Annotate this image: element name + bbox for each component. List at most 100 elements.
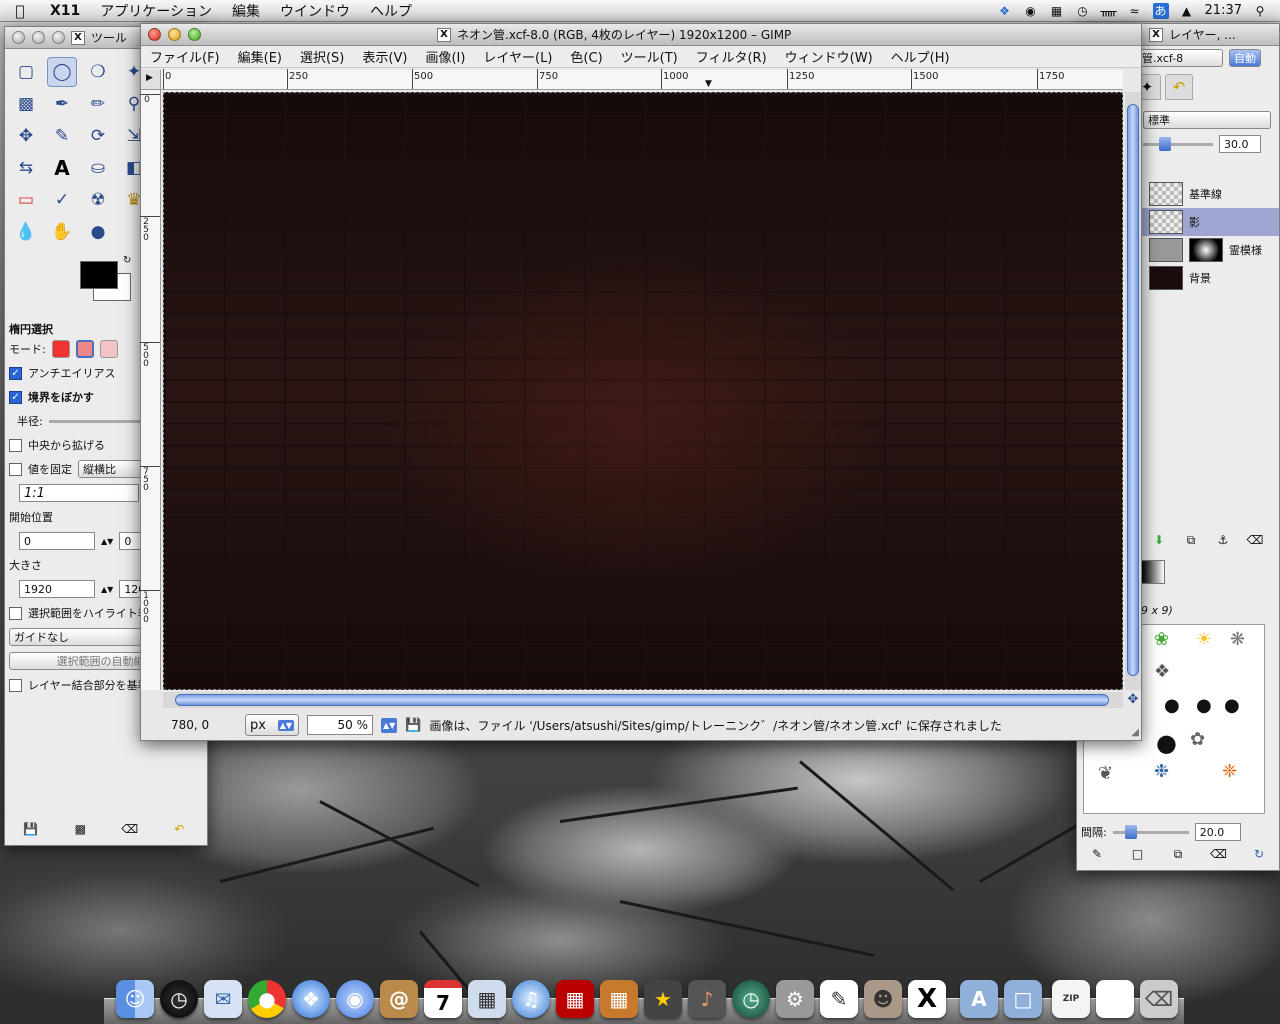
spaces-icon[interactable]: ▦: [1049, 3, 1065, 19]
large-round-brush-icon[interactable]: ●: [1156, 729, 1177, 757]
smudge-tool-icon[interactable]: ✋: [47, 217, 77, 247]
time-machine-dock-icon[interactable]: ◷: [732, 980, 770, 1018]
textedit-icon[interactable]: ✎: [820, 980, 858, 1018]
antialias-checkbox[interactable]: ✓: [9, 366, 22, 380]
move-tool-icon[interactable]: ✥: [11, 121, 41, 151]
text-tool-icon[interactable]: A: [47, 153, 77, 183]
swap-colors-icon[interactable]: ↻: [123, 255, 131, 266]
quick-mask-icon[interactable]: ▶: [141, 73, 153, 83]
bluetooth-icon[interactable]: ᚅ: [1100, 3, 1116, 19]
eraser-tool-icon[interactable]: ▭: [11, 185, 41, 215]
pepper-brush-icon[interactable]: ❀: [1154, 629, 1169, 650]
zoom-button[interactable]: [188, 28, 201, 41]
round-brush-icon[interactable]: ●: [1224, 695, 1240, 716]
fixed-checkbox[interactable]: [9, 462, 22, 476]
airbrush-tool-icon[interactable]: ✓: [47, 185, 77, 215]
blur-tool-icon[interactable]: 💧: [11, 217, 41, 247]
menu-item-window[interactable]: ウインドウ: [270, 1, 360, 21]
opacity-slider[interactable]: [1143, 136, 1213, 151]
spacing-input[interactable]: 20.0: [1194, 823, 1241, 841]
dragon-brush-icon[interactable]: ❈: [1222, 761, 1237, 782]
ink-tool-icon[interactable]: ☢: [83, 185, 113, 215]
input-method-icon[interactable]: あ: [1152, 2, 1169, 19]
front-row-icon[interactable]: ▦: [556, 980, 594, 1018]
navigate-icon[interactable]: ✥: [1125, 692, 1141, 708]
close-button[interactable]: [12, 31, 25, 44]
horizontal-scrollbar[interactable]: [163, 692, 1123, 708]
disk-icon[interactable]: ◉: [1023, 3, 1039, 19]
foreground-color-swatch[interactable]: [80, 261, 118, 289]
zoom-input[interactable]: 50 %: [307, 715, 373, 735]
feather-brush-icon[interactable]: ❦: [1098, 763, 1113, 784]
menu-item-applications[interactable]: アプリケーション: [90, 1, 222, 21]
star-brush-icon[interactable]: ✿: [1190, 729, 1205, 750]
mode-replace-button[interactable]: [51, 340, 70, 358]
rect-select-tool-icon[interactable]: ▢: [11, 57, 41, 87]
duplicate-layer-icon[interactable]: ⧉: [1183, 532, 1199, 548]
position-y-input[interactable]: 0: [119, 532, 142, 550]
menu-windows[interactable]: ウィンドウ(W): [776, 47, 882, 66]
layer-mode-select[interactable]: 標準: [1143, 111, 1271, 129]
dodge-burn-tool-icon[interactable]: ●: [83, 217, 113, 247]
spotlight-search-icon[interactable]: ⚲: [1252, 3, 1268, 19]
close-button[interactable]: [148, 28, 161, 41]
garageband-icon[interactable]: ♪: [688, 980, 726, 1018]
blank-document-icon[interactable]: [1096, 980, 1134, 1018]
vertical-scroll-thumb[interactable]: [1127, 104, 1139, 676]
menu-item-edit[interactable]: 編集: [222, 1, 270, 21]
zoom-button[interactable]: [52, 31, 65, 44]
anchor-layer-icon[interactable]: ⚓: [1215, 532, 1231, 548]
menu-file[interactable]: ファイル(F): [141, 47, 229, 66]
mode-add-button[interactable]: [75, 340, 94, 358]
size-width-input[interactable]: 1920: [19, 580, 95, 598]
minimize-button[interactable]: [32, 31, 45, 44]
vertical-ruler[interactable]: 0 250 500 750 1000: [140, 90, 161, 690]
flip-tool-icon[interactable]: ⇆: [11, 153, 41, 183]
sun-brush-icon[interactable]: ☀: [1196, 629, 1212, 650]
delete-layer-icon[interactable]: ⌫: [1247, 532, 1264, 548]
menu-select[interactable]: 選択(S): [291, 47, 353, 66]
mail-stamp-icon[interactable]: ✉: [204, 980, 242, 1018]
apple-menu-icon[interactable]: : [0, 2, 40, 20]
applications-folder-icon[interactable]: A: [960, 980, 998, 1018]
chrome-icon[interactable]: ●: [248, 980, 286, 1018]
position-x-input[interactable]: 0: [19, 532, 95, 550]
select-by-color-tool-icon[interactable]: ▩: [11, 89, 41, 119]
delete-options-icon[interactable]: ⌫: [121, 821, 138, 837]
zoom-arrows-icon[interactable]: ▲▼: [381, 717, 398, 733]
duplicate-brush-icon[interactable]: ⧉: [1170, 846, 1186, 862]
menu-edit[interactable]: 編集(E): [229, 47, 291, 66]
opacity-slider-thumb[interactable]: [1159, 136, 1171, 151]
menubar-clock[interactable]: 21:37: [1205, 3, 1242, 18]
round-brush-icon[interactable]: ●: [1196, 695, 1212, 716]
menu-filters[interactable]: フィルタ(R): [687, 47, 776, 66]
position-x-spinner[interactable]: ▲▼: [101, 537, 113, 546]
rotate-tool-icon[interactable]: ⟳: [83, 121, 113, 151]
image-select[interactable]: 管.xcf-8: [1137, 49, 1223, 67]
ruler-corner-button[interactable]: ▶: [141, 70, 161, 90]
x11-dock-icon[interactable]: X: [908, 980, 946, 1018]
ratio-input[interactable]: 1:1: [19, 484, 139, 502]
gradient-preview[interactable]: [1141, 560, 1165, 584]
refresh-brushes-icon[interactable]: ↻: [1251, 846, 1267, 862]
imovie-icon[interactable]: ★: [644, 980, 682, 1018]
highlight-checkbox[interactable]: [9, 606, 22, 620]
vertical-scrollbar[interactable]: [1125, 92, 1141, 690]
trash-icon[interactable]: ⌫: [1140, 980, 1178, 1018]
spacing-slider-thumb[interactable]: [1124, 824, 1137, 839]
address-book-icon[interactable]: @: [380, 980, 418, 1018]
color-picker-tool-icon[interactable]: ✏: [83, 89, 113, 119]
preview-icon[interactable]: ▦: [600, 980, 638, 1018]
menu-image[interactable]: 画像(I): [416, 47, 474, 66]
new-brush-icon[interactable]: □: [1130, 846, 1146, 862]
bucket-fill-tool-icon[interactable]: ⛀: [83, 153, 113, 183]
resize-grip[interactable]: ◢: [1131, 727, 1139, 738]
documents-folder-icon[interactable]: □: [1004, 980, 1042, 1018]
menu-item-help[interactable]: ヘルプ: [360, 1, 422, 21]
ichat-icon[interactable]: ◉: [336, 980, 374, 1018]
horizontal-scroll-thumb[interactable]: [175, 694, 1109, 706]
size-height-input[interactable]: 120: [119, 580, 145, 598]
volume-icon[interactable]: ▲: [1179, 3, 1195, 19]
dropbox-icon[interactable]: ❖: [997, 3, 1013, 19]
iphoto-icon[interactable]: ▦: [468, 980, 506, 1018]
